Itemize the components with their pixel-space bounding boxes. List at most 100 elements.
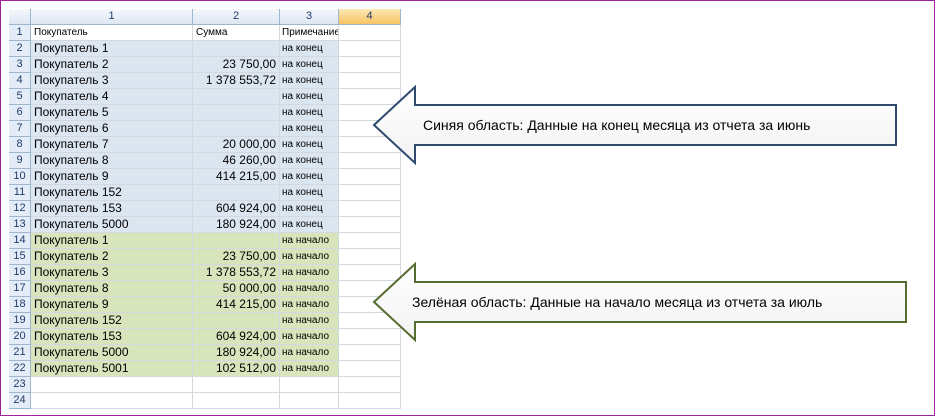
cell-sum[interactable]: 604 924,00 (193, 201, 280, 217)
cell-sum[interactable]: 50 000,00 (193, 281, 280, 297)
cell-buyer[interactable]: Покупатель 3 (31, 73, 193, 89)
cell-buyer[interactable]: Покупатель 152 (31, 313, 193, 329)
cell-note[interactable] (280, 377, 339, 393)
row-number[interactable]: 16 (9, 265, 31, 281)
row-number[interactable]: 20 (9, 329, 31, 345)
cell-note[interactable]: на конец (280, 89, 339, 105)
cell-note[interactable]: на конец (280, 153, 339, 169)
cell-buyer[interactable]: Покупатель 5000 (31, 217, 193, 233)
cell-note[interactable]: на начало (280, 345, 339, 361)
row-number[interactable]: 24 (9, 393, 31, 409)
cell-sum[interactable]: 414 215,00 (193, 169, 280, 185)
cell-note[interactable]: на начало (280, 265, 339, 281)
cell-note[interactable] (280, 393, 339, 409)
cell-empty[interactable] (339, 57, 401, 73)
cell-empty[interactable] (339, 185, 401, 201)
cell-empty[interactable] (339, 377, 401, 393)
cell-note[interactable]: на начало (280, 329, 339, 345)
cell-buyer[interactable] (31, 377, 193, 393)
row-number[interactable]: 6 (9, 105, 31, 121)
cell-note[interactable]: на конец (280, 137, 339, 153)
row-number[interactable]: 18 (9, 297, 31, 313)
cell-empty[interactable] (339, 233, 401, 249)
cell-buyer[interactable]: Покупатель 5 (31, 105, 193, 121)
cell-sum[interactable] (193, 105, 280, 121)
cell-sum[interactable]: 1 378 553,72 (193, 73, 280, 89)
cell-buyer[interactable]: Покупатель 3 (31, 265, 193, 281)
cell-sum[interactable] (193, 313, 280, 329)
cell-sum[interactable]: 23 750,00 (193, 57, 280, 73)
cell-empty[interactable] (339, 41, 401, 57)
cell-buyer[interactable]: Покупатель 153 (31, 201, 193, 217)
cell-empty[interactable] (339, 393, 401, 409)
cell-buyer[interactable]: Покупатель 7 (31, 137, 193, 153)
cell-empty[interactable] (339, 345, 401, 361)
column-header-3[interactable]: 3 (280, 9, 339, 25)
cell-sum[interactable] (193, 41, 280, 57)
row-number[interactable]: 14 (9, 233, 31, 249)
cell-sum[interactable]: 102 512,00 (193, 361, 280, 377)
row-number[interactable]: 5 (9, 89, 31, 105)
cell-buyer[interactable]: Покупатель 8 (31, 153, 193, 169)
cell-buyer[interactable]: Покупатель 6 (31, 121, 193, 137)
cell-empty[interactable] (339, 169, 401, 185)
cell-buyer[interactable]: Покупатель 8 (31, 281, 193, 297)
cell-note[interactable]: на конец (280, 217, 339, 233)
cell-sum[interactable] (193, 377, 280, 393)
cell-sum[interactable] (193, 185, 280, 201)
row-number[interactable]: 21 (9, 345, 31, 361)
cell-sum[interactable]: 46 260,00 (193, 153, 280, 169)
cell-buyer[interactable]: Покупатель 1 (31, 233, 193, 249)
cell-note[interactable]: на начало (280, 233, 339, 249)
cell-sum[interactable]: 1 378 553,72 (193, 265, 280, 281)
cell-buyer[interactable]: Покупатель 2 (31, 57, 193, 73)
cell-sum[interactable] (193, 233, 280, 249)
cell-sum[interactable]: 180 924,00 (193, 217, 280, 233)
cell-note[interactable]: на начало (280, 297, 339, 313)
cell-note[interactable]: на начало (280, 249, 339, 265)
header-sum[interactable]: Сумма (193, 25, 280, 41)
cell-sum[interactable]: 414 215,00 (193, 297, 280, 313)
cell-buyer[interactable] (31, 393, 193, 409)
select-all-corner[interactable] (9, 9, 31, 25)
cell-buyer[interactable]: Покупатель 152 (31, 185, 193, 201)
cell-note[interactable]: на конец (280, 185, 339, 201)
cell-note[interactable]: на начало (280, 281, 339, 297)
cell-sum[interactable]: 20 000,00 (193, 137, 280, 153)
cell-buyer[interactable]: Покупатель 5001 (31, 361, 193, 377)
row-number[interactable]: 7 (9, 121, 31, 137)
row-number[interactable]: 15 (9, 249, 31, 265)
cell-sum[interactable]: 604 924,00 (193, 329, 280, 345)
cell-note[interactable]: на конец (280, 169, 339, 185)
header-note[interactable]: Примечание (280, 25, 339, 41)
column-header-1[interactable]: 1 (31, 9, 193, 25)
header-buyer[interactable]: Покупатель (31, 25, 193, 41)
cell-sum[interactable] (193, 393, 280, 409)
cell-empty[interactable] (339, 217, 401, 233)
cell-note[interactable]: на начало (280, 313, 339, 329)
row-number[interactable]: 4 (9, 73, 31, 89)
row-number[interactable]: 9 (9, 153, 31, 169)
row-number[interactable]: 23 (9, 377, 31, 393)
cell-note[interactable]: на конец (280, 73, 339, 89)
cell-buyer[interactable]: Покупатель 1 (31, 41, 193, 57)
cell-sum[interactable]: 23 750,00 (193, 249, 280, 265)
column-header-2[interactable]: 2 (193, 9, 280, 25)
cell-note[interactable]: на начало (280, 361, 339, 377)
column-header-4[interactable]: 4 (339, 9, 401, 25)
cell-buyer[interactable]: Покупатель 5000 (31, 345, 193, 361)
row-number[interactable]: 3 (9, 57, 31, 73)
cell-empty[interactable] (339, 25, 401, 41)
cell-note[interactable]: на конец (280, 105, 339, 121)
row-number[interactable]: 13 (9, 217, 31, 233)
cell-empty[interactable] (339, 361, 401, 377)
row-number[interactable]: 10 (9, 169, 31, 185)
cell-sum[interactable]: 180 924,00 (193, 345, 280, 361)
row-number[interactable]: 11 (9, 185, 31, 201)
cell-sum[interactable] (193, 121, 280, 137)
cell-buyer[interactable]: Покупатель 4 (31, 89, 193, 105)
cell-sum[interactable] (193, 89, 280, 105)
row-number[interactable]: 1 (9, 25, 31, 41)
cell-note[interactable]: на конец (280, 201, 339, 217)
cell-note[interactable]: на конец (280, 57, 339, 73)
